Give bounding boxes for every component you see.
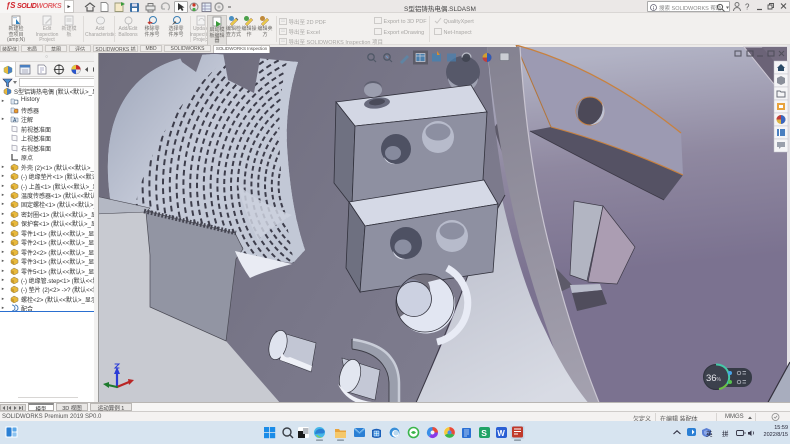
svg-text:S: S [481, 428, 487, 438]
svg-text:36: 36 [706, 373, 717, 384]
svg-text:%: % [717, 377, 722, 383]
svg-text:W: W [497, 429, 505, 438]
svg-text:?: ? [745, 3, 750, 12]
